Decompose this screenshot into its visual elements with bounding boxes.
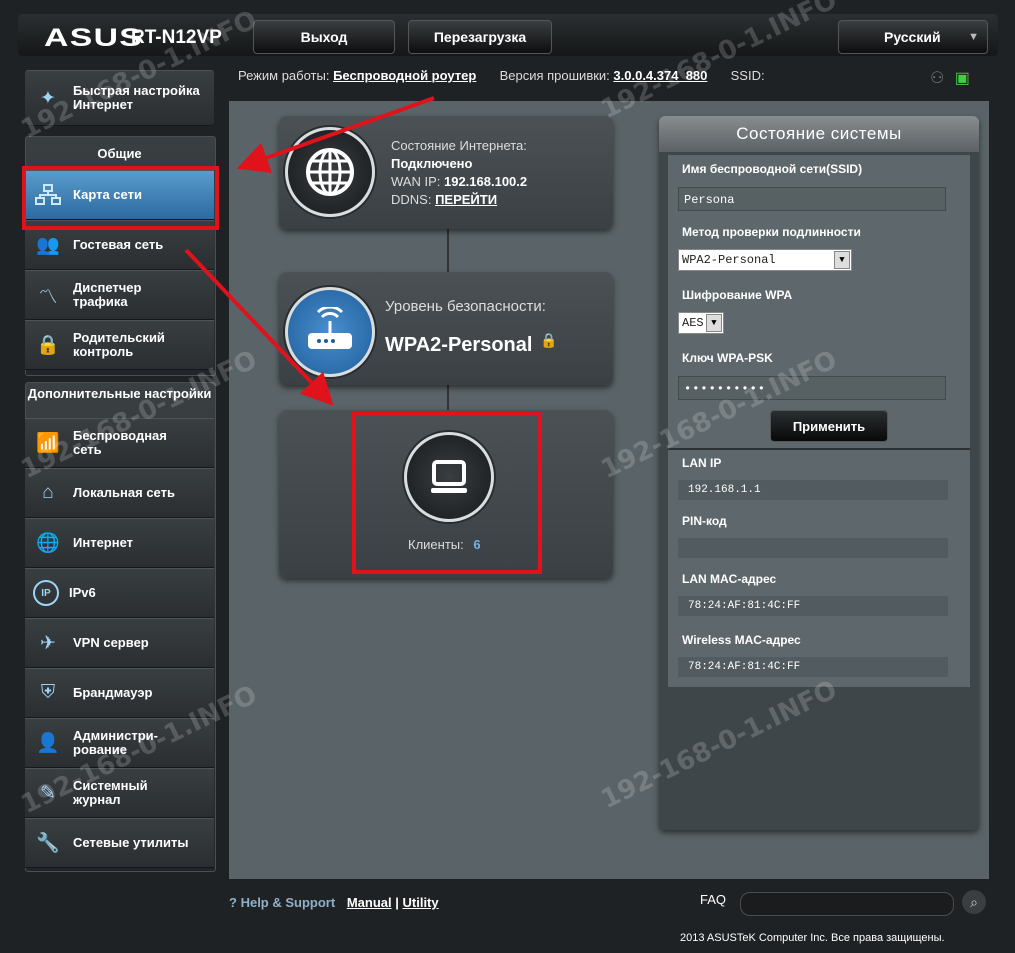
- footer-separator: |: [395, 895, 399, 910]
- faq-search-input[interactable]: [740, 892, 954, 916]
- utility-link[interactable]: Utility: [403, 895, 439, 910]
- faq-label: FAQ: [700, 892, 727, 907]
- annotation-arrows: [184, 96, 435, 406]
- arrow-to-network-map: [236, 96, 435, 173]
- help-icon: ?: [229, 895, 237, 910]
- help-support-link[interactable]: Help & Support: [241, 895, 336, 910]
- manual-link[interactable]: Manual: [347, 895, 392, 910]
- copyright: 2013 ASUSTeK Computer Inc. Все права защ…: [680, 932, 945, 944]
- search-icon[interactable]: ⌕: [962, 890, 986, 914]
- arrow-to-clients: [184, 248, 334, 406]
- footer-links: ? Help & Support Manual | Utility: [229, 895, 439, 910]
